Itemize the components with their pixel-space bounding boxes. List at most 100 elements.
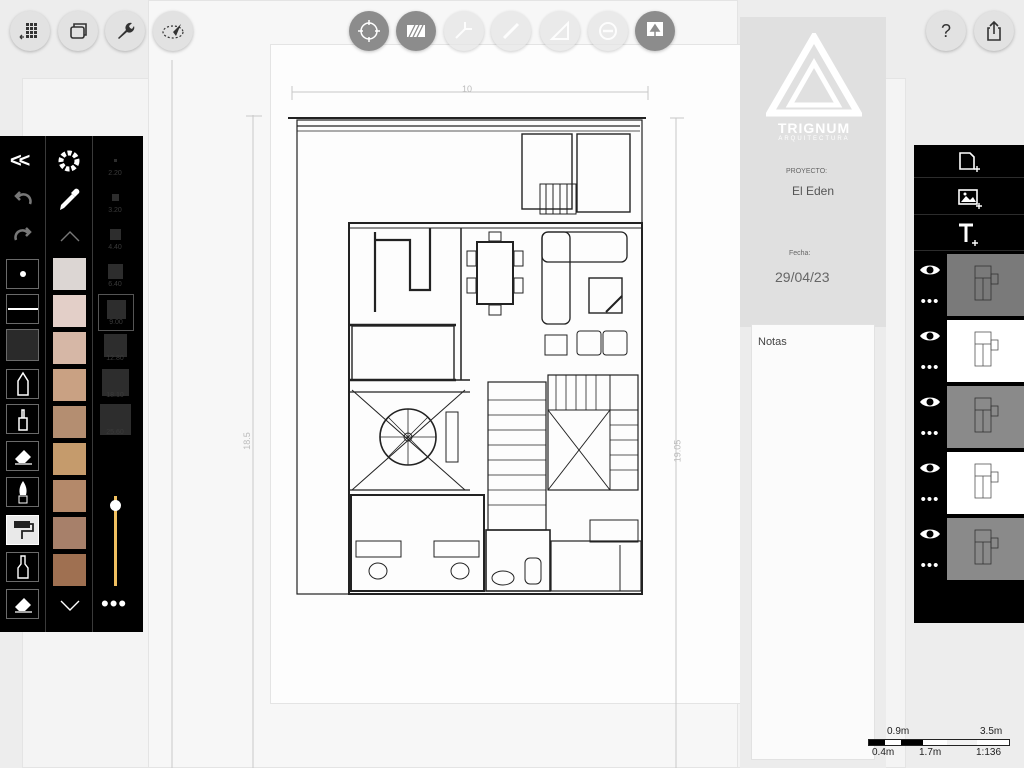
notes-box[interactable]: Notas: [751, 324, 875, 760]
layer-options-button[interactable]: •••: [914, 485, 946, 513]
scale-ratio: 1:136: [976, 747, 1002, 758]
layer-row[interactable]: •••: [914, 254, 1024, 318]
navigate-button[interactable]: [153, 11, 193, 51]
select-transform-icon: [358, 20, 380, 42]
color-swatch[interactable]: [53, 517, 86, 549]
eye-icon: [920, 463, 940, 473]
angle-button[interactable]: [444, 11, 484, 51]
layer-row[interactable]: •••: [914, 518, 1024, 582]
layer-row[interactable]: •••: [914, 386, 1024, 450]
stroke-size-option[interactable]: 12.80: [98, 331, 132, 366]
minus-circle-icon: [599, 22, 617, 40]
dot-icon: [19, 271, 26, 277]
stroke-size-option[interactable]: 6.40: [98, 257, 132, 292]
add-image-icon: [958, 189, 982, 209]
layer-visibility-toggle[interactable]: [914, 322, 946, 350]
layers-window-button[interactable]: [58, 11, 98, 51]
help-button[interactable]: ?: [926, 11, 966, 51]
brand-subtitle: ARQUITECTURA: [778, 136, 850, 142]
collapse-panel-button[interactable]: <<: [10, 150, 30, 173]
wrench-icon: [118, 22, 135, 39]
color-swatch[interactable]: [53, 332, 86, 364]
color-swatch[interactable]: [53, 554, 86, 586]
brush-tool[interactable]: [6, 477, 39, 507]
grid-menu-button[interactable]: [10, 11, 50, 51]
line-tool[interactable]: [6, 294, 39, 324]
layer-thumbnail[interactable]: [947, 452, 1024, 514]
layer-options-button[interactable]: •••: [914, 353, 946, 381]
marker-tool[interactable]: [6, 552, 39, 582]
stroke-size-option[interactable]: 25.60: [98, 403, 132, 440]
layer-visibility-toggle[interactable]: [914, 256, 946, 284]
paint-roller-icon: [13, 521, 34, 539]
layer-row[interactable]: •••: [914, 452, 1024, 516]
minus-circle-button[interactable]: [588, 11, 628, 51]
stroke-size-option[interactable]: 3.20: [98, 183, 132, 218]
slider-knob[interactable]: [110, 499, 121, 511]
layer-thumbnail[interactable]: [947, 386, 1024, 448]
layer-visibility-toggle[interactable]: [914, 520, 946, 548]
scale-bottom-b: 1.7m: [919, 747, 942, 758]
color-column: [46, 136, 93, 632]
color-swatch[interactable]: [53, 295, 86, 327]
stroke-size-option[interactable]: 2.20: [98, 146, 132, 181]
project-value[interactable]: El Eden: [792, 184, 834, 198]
new-page-icon: [959, 152, 980, 172]
right-layers-panel: ••• ••• ••• ••• •••: [914, 145, 1024, 623]
technical-pen-icon: [17, 409, 28, 431]
select-transform-button[interactable]: [349, 11, 389, 51]
eyedropper-icon[interactable]: [56, 184, 82, 212]
more-options-button[interactable]: •••: [101, 593, 127, 615]
stroke-size-option[interactable]: 9.00: [98, 294, 134, 331]
scale-bar: 0.9m 3.5m 0.4m 1.7m 1:136: [866, 726, 1016, 766]
settings-wrench-button[interactable]: [105, 11, 145, 51]
add-image-button[interactable]: [914, 182, 1024, 215]
color-swatch[interactable]: [53, 480, 86, 512]
color-wheel-icon[interactable]: [58, 150, 80, 172]
layer-visibility-toggle[interactable]: [914, 388, 946, 416]
color-swatch[interactable]: [53, 406, 86, 438]
stamp-icon: [647, 22, 663, 39]
undo-icon[interactable]: [12, 188, 34, 208]
color-swatch[interactable]: [53, 258, 86, 290]
scroll-down-icon[interactable]: [59, 600, 81, 612]
paint-roller-tool[interactable]: [6, 515, 39, 545]
color-swatch[interactable]: [53, 443, 86, 475]
stroke-size-option[interactable]: 4.40: [98, 220, 132, 255]
scroll-up-icon[interactable]: [59, 230, 81, 242]
ruler-triangle-button[interactable]: [540, 11, 580, 51]
redo-icon[interactable]: [12, 224, 34, 244]
new-page-button[interactable]: [914, 145, 1024, 178]
pencil-tool[interactable]: [6, 369, 39, 399]
layer-visibility-toggle[interactable]: [914, 454, 946, 482]
technical-pen-tool[interactable]: [6, 404, 39, 434]
layer-row[interactable]: •••: [914, 320, 1024, 384]
eraser-tool-2[interactable]: [6, 589, 39, 619]
fill-tool[interactable]: [6, 329, 39, 361]
color-swatch[interactable]: [53, 369, 86, 401]
stroke-size-label: 25.60: [106, 429, 124, 436]
hatch-button[interactable]: [396, 11, 436, 51]
hatch-icon: [407, 24, 425, 38]
opacity-slider[interactable]: [110, 496, 121, 586]
share-button[interactable]: [974, 11, 1014, 51]
scale-top-right: 3.5m: [980, 726, 1003, 737]
stamp-button[interactable]: [635, 11, 675, 51]
layer-thumbnail[interactable]: [947, 518, 1024, 580]
add-text-button[interactable]: [914, 218, 1024, 251]
layer-options-button[interactable]: •••: [914, 419, 946, 447]
line-pen-button[interactable]: [491, 11, 531, 51]
layer-thumbnail[interactable]: [947, 254, 1024, 316]
date-value[interactable]: 29/04/23: [775, 269, 830, 285]
layer-options-button[interactable]: •••: [914, 287, 946, 315]
dot-brush-tool[interactable]: [6, 259, 39, 289]
layer-options-button[interactable]: •••: [914, 551, 946, 579]
eraser-tool[interactable]: [6, 441, 39, 471]
stroke-size-label: 4.40: [108, 244, 122, 251]
grid-menu-icon: [19, 23, 37, 40]
brand-name: TRIGNUM: [777, 120, 851, 136]
layer-thumbnail[interactable]: [947, 320, 1024, 382]
dimension-right-label: 19.05: [672, 439, 683, 463]
stroke-size-preview: [103, 333, 127, 357]
stroke-size-option[interactable]: 18.10: [98, 368, 132, 403]
